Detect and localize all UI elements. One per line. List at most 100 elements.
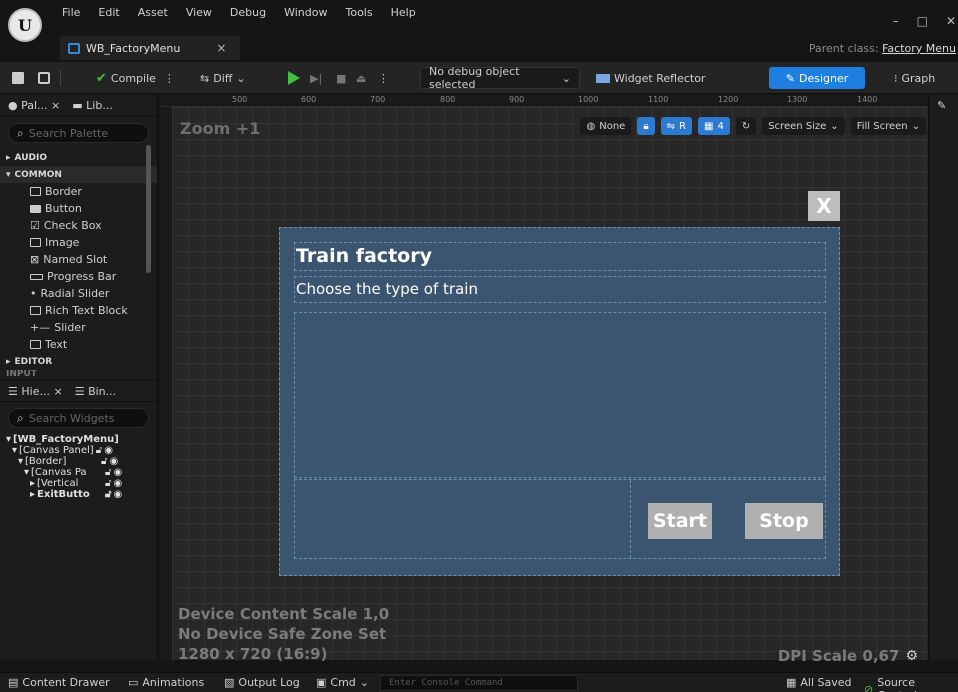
console-icon: ▣	[316, 676, 327, 689]
pencil-icon[interactable]: ✎	[937, 99, 946, 112]
palette-item-radial-slider[interactable]: • Radial Slider	[0, 285, 157, 302]
category-editor[interactable]: ▸ EDITOR	[0, 353, 157, 370]
lock-icon[interactable]: 🔓︎	[105, 489, 111, 500]
hierarchy-item-canvas-panel[interactable]: ▾ [Canvas Panel] 🔓︎ ◉	[0, 445, 157, 456]
fill-screen-select[interactable]: Fill Screen ⌄	[850, 117, 926, 135]
hierarchy-item-exit-button[interactable]: ▸ ExitButto 🔓︎ ◉	[0, 489, 157, 500]
palette-search-input[interactable]: ⌕ Search Palette	[8, 123, 149, 143]
grid-snap-value: 4	[717, 120, 724, 132]
menu-file[interactable]: File	[62, 6, 80, 19]
menu-asset[interactable]: Asset	[138, 6, 168, 19]
parent-class-link[interactable]: Factory Menu	[882, 42, 956, 55]
tab-close-icon[interactable]: ×	[216, 41, 226, 55]
widget-reflector-button[interactable]: Widget Reflector	[596, 69, 705, 87]
document-tab[interactable]: WB_FactoryMenu ×	[60, 34, 240, 60]
unreal-logo-icon[interactable]: U	[8, 8, 42, 42]
menu-window[interactable]: Window	[284, 6, 327, 19]
palette-item-progress-bar[interactable]: Progress Bar	[0, 268, 157, 285]
stop-button[interactable]: Stop	[745, 503, 823, 539]
hierarchy-item-root[interactable]: ▾ [WB_FactoryMenu]	[0, 434, 157, 445]
train-list-area[interactable]	[294, 312, 826, 478]
palette-item-image[interactable]: Image	[0, 234, 157, 251]
tab-hierarchy[interactable]: ☰ Hie... ×	[8, 385, 63, 398]
hierarchy-search-input[interactable]: ⌕ Search Widgets	[8, 408, 149, 428]
category-input[interactable]: INPUT	[0, 370, 157, 378]
rotate-snap-button[interactable]: ↻	[735, 117, 757, 135]
widget-subtitle[interactable]: Choose the type of train	[294, 276, 826, 303]
gear-icon[interactable]: ⚙	[905, 648, 918, 664]
play-options-icon[interactable]: ⋮	[378, 69, 389, 87]
menu-debug[interactable]: Debug	[230, 6, 266, 19]
tab-palette-label: Pal...	[21, 99, 48, 112]
lock-toggle-button[interactable]: 🔒︎	[637, 117, 655, 135]
lock-icon[interactable]: 🔓︎	[101, 456, 107, 467]
menu-view[interactable]: View	[186, 6, 212, 19]
lock-icon[interactable]: 🔓︎	[96, 445, 102, 456]
browse-icon[interactable]	[38, 69, 50, 87]
menu-edit[interactable]: Edit	[98, 6, 119, 19]
localization-preview-button[interactable]: ◍ None	[580, 117, 632, 135]
eye-icon[interactable]: ◉	[104, 445, 113, 456]
console-command-input[interactable]: Enter Console Command	[380, 675, 578, 691]
stop-play-icon[interactable]: ■	[336, 69, 346, 87]
minimize-icon[interactable]: –	[893, 14, 899, 28]
factory-menu-widget[interactable]: Train factory Choose the type of train S…	[279, 227, 840, 576]
output-log-button[interactable]: ▧ Output Log	[224, 676, 300, 689]
palette-item-rich-text-block[interactable]: Rich Text Block	[0, 302, 157, 319]
close-window-icon[interactable]: ✕	[946, 14, 956, 28]
designer-mode-button[interactable]: ✎ Designer	[769, 67, 865, 89]
content-drawer-button[interactable]: ▤ Content Drawer	[8, 676, 110, 689]
chevron-down-icon: ⌄	[911, 120, 920, 132]
eye-icon[interactable]: ◉	[114, 489, 123, 500]
animations-button[interactable]: ▭ Animations	[128, 676, 204, 689]
start-button[interactable]: Start	[648, 503, 712, 539]
palette-item-slider[interactable]: +— Slider	[0, 319, 157, 336]
palette-item-button[interactable]: Button	[0, 200, 157, 217]
content-drawer-icon: ▤	[8, 676, 19, 689]
source-control-button[interactable]: ⊘Source Control	[864, 676, 958, 692]
exit-button[interactable]: X	[808, 191, 840, 221]
eye-icon[interactable]: ◉	[110, 456, 119, 467]
palette-item-border[interactable]: Border	[0, 183, 157, 200]
category-audio[interactable]: ▸ AUDIO	[0, 149, 157, 166]
lock-icon[interactable]: 🔓︎	[105, 467, 111, 478]
lock-icon[interactable]: 🔓︎	[105, 478, 111, 489]
eye-icon[interactable]: ◉	[114, 478, 123, 489]
hierarchy-item-canvas-panel-child[interactable]: ▾ [Canvas Pa 🔓︎ ◉	[0, 467, 157, 478]
play-button[interactable]	[288, 69, 300, 87]
palette-item-check-box[interactable]: ☑ Check Box	[0, 217, 157, 234]
chevron-down-icon: ▾	[24, 467, 30, 478]
maximize-icon[interactable]: □	[917, 14, 928, 28]
screen-size-select[interactable]: Screen Size ⌄	[762, 117, 845, 135]
details-panel-collapsed: ✎	[928, 95, 958, 660]
graph-mode-button[interactable]: ⁝ Graph	[886, 67, 943, 89]
palette-item-text[interactable]: Text	[0, 336, 157, 353]
widget-title[interactable]: Train factory	[294, 242, 826, 271]
all-saved-button[interactable]: ▦ All Saved	[786, 676, 852, 689]
eye-icon[interactable]: ◉	[114, 467, 123, 478]
palette-scrollbar[interactable]	[146, 145, 151, 273]
save-icon[interactable]	[12, 69, 24, 87]
diff-button[interactable]: ⇆ Diff ⌄	[200, 69, 246, 87]
respect-locks-button[interactable]: ⇋ R	[660, 117, 692, 135]
palette-item-named-slot[interactable]: ⊠ Named Slot	[0, 251, 157, 268]
cmd-button[interactable]: ▣ Cmd ⌄	[316, 676, 369, 689]
tab-palette[interactable]: ● Pal... ×	[8, 99, 60, 112]
debug-object-select[interactable]: No debug object selected ⌄	[420, 65, 580, 91]
vertical-ruler	[160, 107, 172, 660]
eject-icon[interactable]: ⏏	[356, 69, 366, 87]
compile-button[interactable]: ✔ Compile ⋮	[96, 69, 175, 87]
grid-snap-button[interactable]: ▦ 4	[697, 117, 730, 135]
hierarchy-item-border[interactable]: ▾ [Border] 🔓︎ ◉	[0, 456, 157, 467]
tab-bindings[interactable]: ☰ Bin...	[75, 385, 116, 398]
flip-icon: ⇋	[666, 120, 676, 132]
designer-canvas[interactable]: Zoom +1 ◍ None 🔒︎ ⇋ R ▦ 4 ↻ Screen Size ⌄ Fi…	[172, 107, 928, 665]
category-common[interactable]: ▾ COMMON	[0, 166, 157, 183]
step-icon[interactable]: ▶|	[310, 69, 322, 87]
menu-help[interactable]: Help	[391, 6, 416, 19]
compile-options-icon[interactable]: ⋮	[164, 72, 175, 85]
canvas-toolbar: ◍ None 🔒︎ ⇋ R ▦ 4 ↻ Screen Size ⌄ Fill Scree…	[580, 117, 926, 135]
hierarchy-item-vertical-box[interactable]: ▸ [Vertical 🔓︎ ◉	[0, 478, 157, 489]
menu-tools[interactable]: Tools	[345, 6, 372, 19]
tab-library[interactable]: ▬ Lib...	[72, 99, 113, 112]
